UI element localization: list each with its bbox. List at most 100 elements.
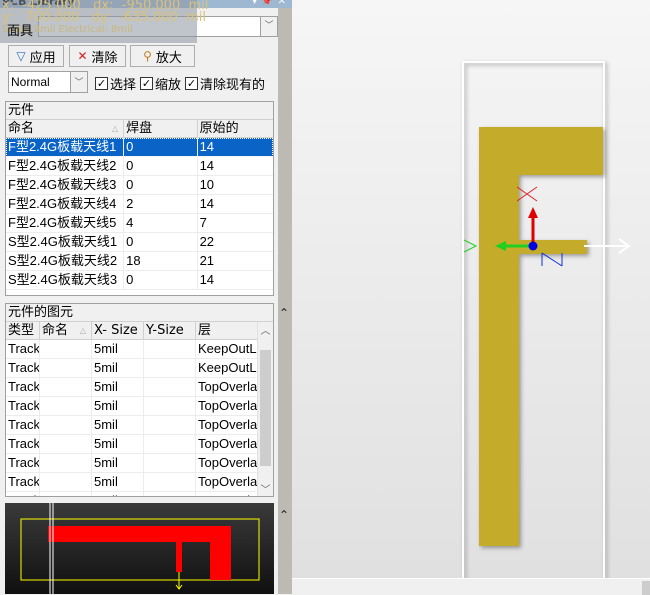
column-header-xsize[interactable]: X- Size [92,322,144,339]
primitive-row[interactable]: Track 5mil KeepOutLayer [6,340,258,359]
zoom-option-label: 缩放 [155,78,182,93]
zoom-checkbox[interactable]: ✓ 缩放 [140,74,181,93]
clear-button[interactable]: ✕ 清除 [69,45,126,67]
mode-dropdown[interactable]: Normal ﹀ [8,71,88,93]
primitive-type-cell: Track [8,378,40,396]
component-pads-cell: 0 [124,176,198,194]
primitive-ysize-cell [144,492,196,496]
mask-label: 面具 [7,24,34,39]
panel-controls[interactable]: ▾📌✕ [252,0,290,7]
column-header-name[interactable]: 命名 △ [40,322,92,339]
component-primitives-cell: 21 [199,253,215,268]
component-primitives-cell: 14 [199,272,215,287]
primitive-row[interactable]: Track 5mil TopOverlay [6,492,258,496]
scrollbar-thumb[interactable] [642,581,650,595]
primitive-layer-cell: TopOverlay [198,398,258,413]
collapse-preview-icon[interactable]: ⌃ [279,508,289,522]
scrollbar-thumb[interactable] [260,350,271,466]
primitive-row[interactable]: Track 5mil KeepOutLayer [6,359,258,378]
primitive-layer-cell: TopOverlay [198,455,258,470]
column-header-name[interactable]: 命名 △ [6,120,125,137]
clear-existing-checkbox[interactable]: ✓ 清除现有的 [185,74,265,93]
primitive-name-cell [40,359,92,377]
chevron-down-icon[interactable]: ﹀ [70,72,87,92]
components-table: 元件 命名 △ 焊盘 原始的 F型2.4G板载天线1 0 14 F型2.4G板载天线2 0… [5,101,274,296]
primitives-title: 元件的图元 [6,304,273,322]
primitives-table: 元件的图元 类型 命名 △ X- Size Y-Size 层 Track 5mil K… [5,303,274,497]
z-axis-label-icon [541,252,563,267]
sort-icon: △ [111,124,119,133]
primitive-ysize-cell [144,378,196,396]
panel-splitter[interactable]: ⌃ ⌃ [278,8,292,594]
component-name-cell: S型2.4G板载天线3 [6,271,125,289]
primitive-row[interactable]: Track 5mil TopOverlay [6,397,258,416]
primitive-type-cell: Track [8,340,40,358]
primitive-type-cell: Track [8,416,40,434]
component-row[interactable]: F型2.4G板载天线1 0 14 [6,138,273,157]
primitive-row[interactable]: Track 5mil TopOverlay [6,473,258,492]
primitives-scrollbar[interactable]: ︿ ﹀ [257,322,273,496]
primitive-name-cell [40,492,92,496]
close-icon[interactable]: ✕ [278,0,290,7]
select-checkbox[interactable]: ✓ 选择 [95,74,136,93]
red-arrow-head-icon [528,207,538,218]
component-primitives-cell: 7 [199,215,207,230]
checkbox-checked-icon[interactable]: ✓ [140,77,153,90]
primitives-header: 类型 命名 △ X- Size Y-Size 层 [6,322,258,340]
primitive-type-cell: Track [6,492,40,496]
checkbox-checked-icon[interactable]: ✓ [95,77,108,90]
scroll-up-icon[interactable]: ︿ [258,322,273,338]
column-header-primitives[interactable]: 原始的 [198,120,273,137]
clear-label: 清除 [91,50,118,66]
primitive-xsize-cell: 5mil [92,378,144,396]
component-row[interactable]: S型2.4G板载天线1 0 22 [6,233,273,252]
primitive-xsize-cell: 5mil [92,340,144,358]
primitive-xsize-cell: 5mil [92,435,144,453]
component-pads-cell: 0 [124,138,198,156]
component-row[interactable]: S型2.4G板载天线3 0 14 [6,271,273,290]
chevron-down-icon[interactable]: ﹀ [260,17,277,36]
primitive-name-cell [40,340,92,358]
primitive-layer-cell: KeepOutLayer [198,341,258,356]
scroll-down-icon[interactable]: ﹀ [258,481,273,496]
column-header-pads[interactable]: 焊盘 [124,120,198,137]
primitive-row[interactable]: Track 5mil TopOverlay [6,435,258,454]
component-primitives-cell: 14 [199,158,215,173]
component-pads-cell: 2 [124,195,198,213]
component-row[interactable]: F型2.4G板载天线5 4 7 [6,214,273,233]
column-header-ysize[interactable]: Y-Size [144,322,196,339]
component-row[interactable]: F型2.4G板载天线3 0 10 [6,176,273,195]
component-pads-cell: 0 [124,157,198,175]
component-row[interactable]: F型2.4G板载天线4 2 14 [6,195,273,214]
antenna-vertical-arm [479,127,519,546]
primitive-row[interactable]: Track 5mil TopOverlay [6,378,258,397]
canvas-horizontal-scrollbar[interactable] [292,578,650,595]
primitive-layer-cell: TopOverlay [198,436,258,451]
checkbox-checked-icon[interactable]: ✓ [185,77,198,90]
apply-button[interactable]: ▽ 应用 [8,45,64,67]
component-row[interactable]: F型2.4G板载天线2 0 14 [6,157,273,176]
primitive-row[interactable]: Track 5mil TopOverlay [6,454,258,473]
pin-icon[interactable]: 📌 [261,0,277,7]
x-axis-label-icon [516,186,538,202]
component-name-cell: F型2.4G板载天线1 [6,138,125,156]
column-header-type[interactable]: 类型 [6,322,40,339]
pcb-canvas[interactable] [292,0,650,578]
component-primitives-cell: 22 [199,234,215,249]
collapse-primitives-icon[interactable]: ⌃ [279,306,289,320]
origin-handle-icon[interactable] [528,241,538,251]
component-name-cell: F型2.4G板载天线4 [6,195,125,213]
panel-menu-icon[interactable]: ▾ [252,0,261,7]
primitive-layer-cell: TopOverlay [198,474,258,489]
primitive-ysize-cell [144,435,196,453]
preview-vertical-arm [210,526,231,580]
component-name-cell: F型2.4G板载天线3 [6,176,125,194]
column-header-layer[interactable]: 层 [196,322,258,339]
zoom-label: 放大 [155,50,182,66]
component-pads-cell: 0 [124,271,198,289]
primitive-type-cell: Track [8,397,40,415]
component-row[interactable]: S型2.4G板载天线2 18 21 [6,252,273,271]
component-primitives-cell: 14 [199,196,215,211]
primitive-row[interactable]: Track 5mil TopOverlay [6,416,258,435]
zoom-button[interactable]: ⚲ 放大 [130,45,195,67]
